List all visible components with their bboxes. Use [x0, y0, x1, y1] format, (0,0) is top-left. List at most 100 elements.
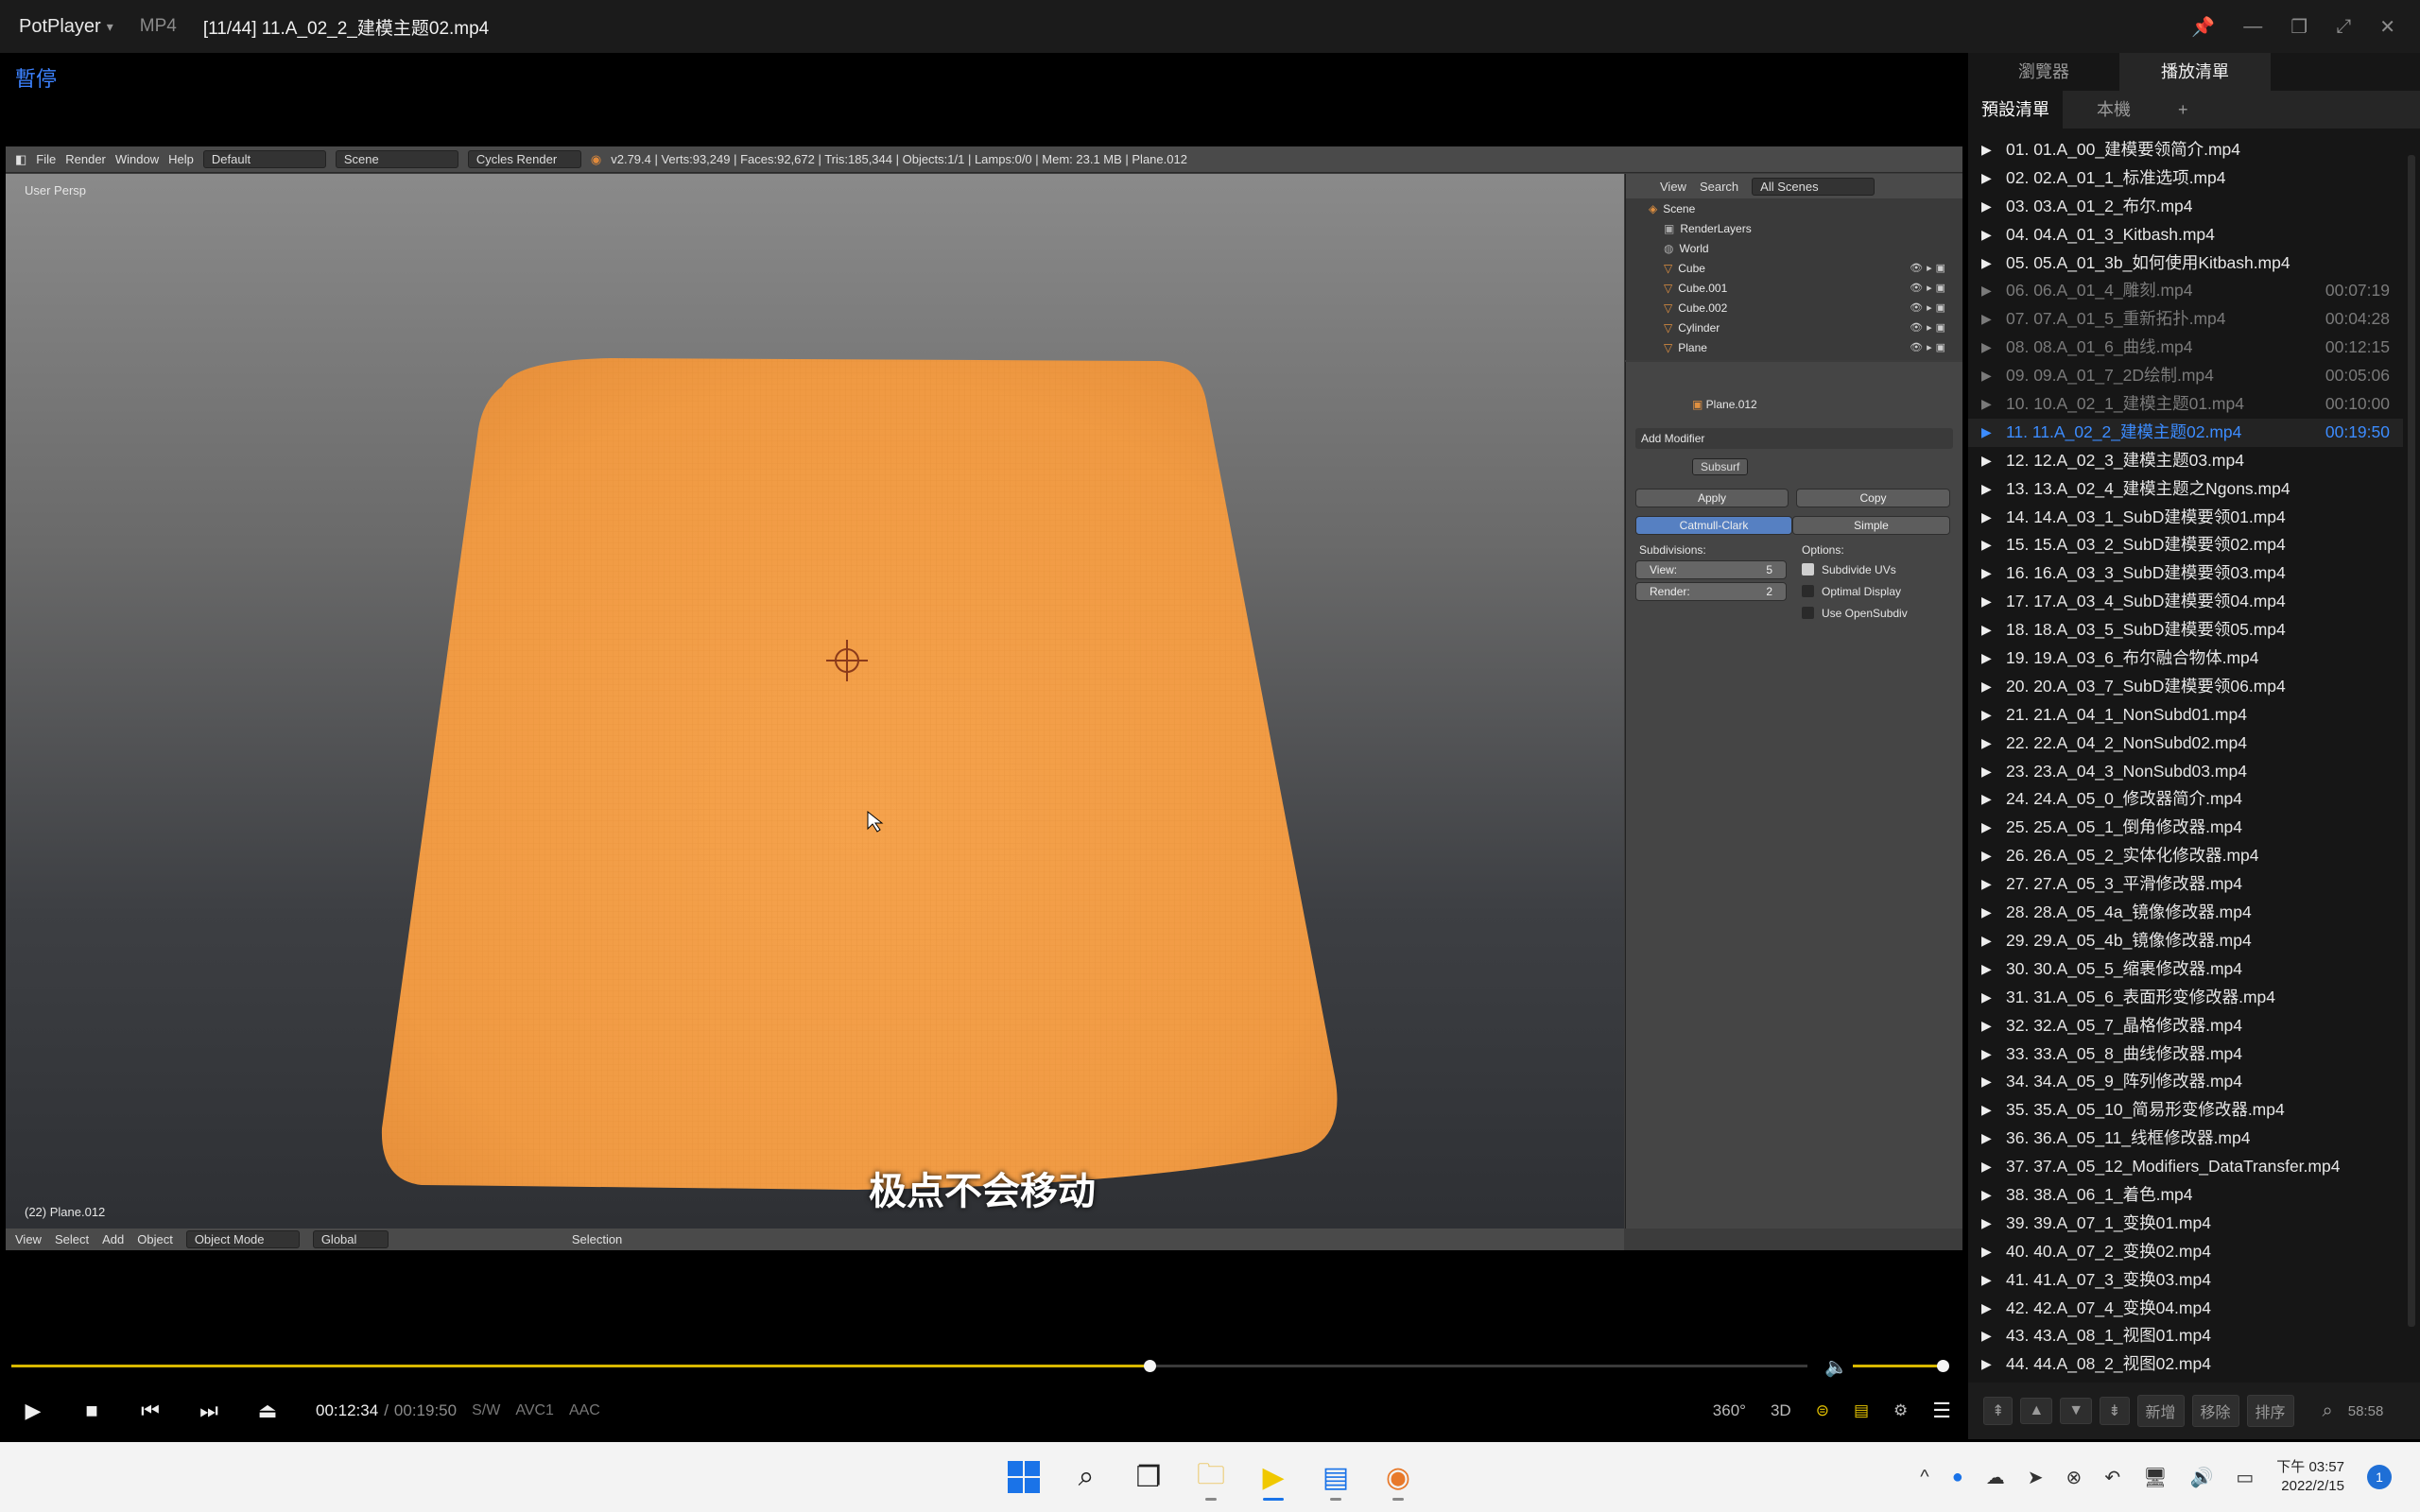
menu-icon[interactable]: ☰ [1932, 1399, 1951, 1423]
chevron-up-icon[interactable]: ^ [1920, 1467, 1928, 1488]
eject-icon[interactable]: ⏏ [238, 1399, 297, 1423]
seek-bar[interactable] [11, 1360, 1807, 1372]
previous-icon[interactable]: ⏮ [121, 1399, 180, 1423]
playlist-item[interactable]: ▶ 18. 18.A_03_5_SubD建模要领05.mp4 [1968, 616, 2403, 644]
playlist-item[interactable]: ▶ 35. 35.A_05_10_简易形变修改器.mp4 [1968, 1096, 2403, 1125]
playlist-item[interactable]: ▶ 38. 38.A_06_1_着色.mp4 [1968, 1181, 2403, 1210]
notification-badge[interactable]: 1 [2367, 1465, 2392, 1489]
move-bottom-icon[interactable]: ⇟ [2100, 1397, 2130, 1425]
playlist-item[interactable]: ▶ 07. 07.A_01_5_重新拓扑.mp4 00:04:28 [1968, 305, 2403, 334]
playlist-item[interactable]: ▶ 09. 09.A_01_7_2D绘制.mp4 00:05:06 [1968, 362, 2403, 390]
tab-browser[interactable]: 瀏覽器 [1968, 53, 2119, 91]
audio-codec-button[interactable]: AAC [569, 1402, 600, 1419]
playlist-item[interactable]: ▶ 37. 37.A_05_12_Modifiers_DataTransfer.m… [1968, 1153, 2403, 1181]
windows-start-icon[interactable] [1000, 1452, 1047, 1503]
battery-icon[interactable]: ▭ [2236, 1466, 2254, 1489]
playlist-item[interactable]: ▶ 29. 29.A_05_4b_镜像修改器.mp4 [1968, 927, 2403, 955]
playlist-item[interactable]: ▶ 16. 16.A_03_3_SubD建模要领03.mp4 [1968, 559, 2403, 588]
sw-decoder-button[interactable]: S/W [472, 1402, 500, 1419]
minimize-icon[interactable]: — [2243, 16, 2262, 38]
subtab-local[interactable]: 本機 [2063, 91, 2165, 129]
play-icon[interactable]: ▶ [4, 1399, 62, 1423]
playlist-search-icon[interactable]: ⊜ [1816, 1401, 1829, 1420]
move-top-icon[interactable]: ⇞ [1983, 1397, 2014, 1425]
next-icon[interactable]: ⏭ [180, 1399, 238, 1423]
volume-icon[interactable]: 🔈 [1824, 1355, 1848, 1379]
playlist-item[interactable]: ▶ 10. 10.A_02_1_建模主题01.mp4 00:10:00 [1968, 390, 2403, 419]
playlist-item[interactable]: ▶ 43. 43.A_08_1_视图01.mp4 [1968, 1322, 2403, 1350]
playlist-item[interactable]: ▶ 32. 32.A_05_7_晶格修改器.mp4 [1968, 1012, 2403, 1040]
app-tray-icon[interactable]: ● [1952, 1467, 1963, 1488]
vr-360-button[interactable]: 360° [1713, 1401, 1746, 1420]
playlist-item[interactable]: ▶ 21. 21.A_04_1_NonSubd01.mp4 [1968, 701, 2403, 730]
playlist-item[interactable]: ▶ 31. 31.A_05_6_表面形变修改器.mp4 [1968, 984, 2403, 1012]
playlist-item[interactable]: ▶ 12. 12.A_02_3_建模主题03.mp4 [1968, 447, 2403, 475]
pin-icon[interactable]: 📌 [2191, 15, 2215, 39]
cloud-icon[interactable]: ☁ [1986, 1466, 2005, 1489]
tab-playlist[interactable]: 播放清單 [2119, 53, 2271, 91]
volume-slider[interactable] [1853, 1360, 1949, 1372]
sort-button[interactable]: 排序 [2246, 1395, 2294, 1427]
playlist-item[interactable]: ▶ 01. 01.A_00_建模要领简介.mp4 [1968, 136, 2403, 164]
move-down-icon[interactable]: ▼ [2060, 1398, 2093, 1424]
playlist-item[interactable]: ▶ 40. 40.A_07_2_变换02.mp4 [1968, 1238, 2403, 1266]
seek-handle[interactable] [1143, 1360, 1156, 1372]
playlist-item[interactable]: ▶ 04. 04.A_01_3_Kitbash.mp4 [1968, 221, 2403, 249]
subtitle-icon[interactable]: ▤ [1854, 1401, 1869, 1420]
playlist-item[interactable]: ▶ 42. 42.A_07_4_变换04.mp4 [1968, 1295, 2403, 1323]
search-icon[interactable]: ⌕ [2323, 1400, 2333, 1422]
move-up-icon[interactable]: ▲ [2020, 1398, 2053, 1424]
playlist-item[interactable]: ▶ 06. 06.A_01_4_雕刻.mp4 00:07:19 [1968, 277, 2403, 305]
file-explorer-icon[interactable]: 🗀 [1187, 1452, 1235, 1503]
playlist-item[interactable]: ▶ 03. 03.A_01_2_布尔.mp4 [1968, 193, 2403, 221]
potplayer-icon[interactable]: ▶ [1250, 1452, 1297, 1503]
playlist-item[interactable]: ▶ 19. 19.A_03_6_布尔融合物体.mp4 [1968, 644, 2403, 673]
playlist-item[interactable]: ▶ 17. 17.A_03_4_SubD建模要领04.mp4 [1968, 588, 2403, 616]
3d-button[interactable]: 3D [1771, 1401, 1791, 1420]
playlist-item[interactable]: ▶ 14. 14.A_03_1_SubD建模要领01.mp4 [1968, 504, 2403, 532]
playlist-item[interactable]: ▶ 13. 13.A_02_4_建模主题之Ngons.mp4 [1968, 475, 2403, 504]
search-icon[interactable]: ⌕ [1063, 1452, 1110, 1503]
task-view-icon[interactable]: ❐ [1125, 1452, 1172, 1503]
playlist-item[interactable]: ▶ 44. 44.A_08_2_视图02.mp4 [1968, 1350, 2403, 1377]
playlist-item[interactable]: ▶ 25. 25.A_05_1_倒角修改器.mp4 [1968, 814, 2403, 842]
stop-icon[interactable]: ■ [62, 1399, 121, 1423]
playlist-item[interactable]: ▶ 02. 02.A_01_1_标准选项.mp4 [1968, 164, 2403, 193]
subtab-default-list[interactable]: 預設清單 [1968, 91, 2063, 129]
close-icon[interactable]: ✕ [2379, 15, 2395, 39]
playlist-item[interactable]: ▶ 20. 20.A_03_7_SubD建模要领06.mp4 [1968, 673, 2403, 701]
playlist-item[interactable]: ▶ 22. 22.A_04_2_NonSubd02.mp4 [1968, 730, 2403, 758]
playlist-item[interactable]: ▶ 41. 41.A_07_3_变换03.mp4 [1968, 1266, 2403, 1295]
playlist-item[interactable]: ▶ 11. 11.A_02_2_建模主题02.mp4 00:19:50 [1968, 418, 2403, 447]
speaker-icon[interactable]: 🔊 [2189, 1466, 2213, 1489]
add-tab-button[interactable]: + [2165, 91, 2202, 129]
playlist-item[interactable]: ▶ 15. 15.A_03_2_SubD建模要领02.mp4 [1968, 531, 2403, 559]
video-codec-button[interactable]: AVC1 [515, 1402, 554, 1419]
playlist-item[interactable]: ▶ 30. 30.A_05_5_缩裹修改器.mp4 [1968, 955, 2403, 984]
add-button[interactable]: 新增 [2136, 1395, 2185, 1427]
fullscreen-icon[interactable]: ⤢ [2336, 16, 2351, 38]
playlist-item[interactable]: ▶ 27. 27.A_05_3_平滑修改器.mp4 [1968, 870, 2403, 899]
app-menu-button[interactable]: PotPlayer ▾ [0, 16, 113, 38]
settings-gear-icon[interactable]: ⚙ [1893, 1401, 1908, 1420]
restore-icon[interactable]: ❐ [2290, 15, 2308, 39]
send-icon[interactable]: ➤ [2028, 1466, 2044, 1489]
undo-icon[interactable]: ↶ [2104, 1466, 2120, 1489]
close-circle-icon[interactable]: ⊗ [2066, 1466, 2083, 1489]
volume-handle[interactable] [1937, 1360, 1949, 1372]
playlist-item[interactable]: ▶ 05. 05.A_01_3b_如何使用Kitbash.mp4 [1968, 249, 2403, 278]
playlist-scrollbar[interactable] [2405, 136, 2418, 1377]
clock[interactable]: 下午 03:57 2022/2/15 [2276, 1458, 2344, 1496]
playlist-item[interactable]: ▶ 39. 39.A_07_1_变换01.mp4 [1968, 1210, 2403, 1238]
playlist-item[interactable]: ▶ 23. 23.A_04_3_NonSubd03.mp4 [1968, 758, 2403, 786]
playlist-item[interactable]: ▶ 34. 34.A_05_9_阵列修改器.mp4 [1968, 1068, 2403, 1096]
remove-button[interactable]: 移除 [2191, 1395, 2239, 1427]
notepad-icon[interactable]: ▤ [1312, 1452, 1359, 1503]
playlist-item[interactable]: ▶ 33. 33.A_05_8_曲线修改器.mp4 [1968, 1040, 2403, 1069]
network-icon[interactable]: 🖥 [2143, 1466, 2167, 1489]
blender-icon[interactable]: ◉ [1374, 1452, 1422, 1503]
playlist-item[interactable]: ▶ 28. 28.A_05_4a_镜像修改器.mp4 [1968, 899, 2403, 927]
playlist-item[interactable]: ▶ 26. 26.A_05_2_实体化修改器.mp4 [1968, 842, 2403, 870]
playlist-item[interactable]: ▶ 24. 24.A_05_0_修改器简介.mp4 [1968, 785, 2403, 814]
playlist-item[interactable]: ▶ 36. 36.A_05_11_线框修改器.mp4 [1968, 1125, 2403, 1153]
